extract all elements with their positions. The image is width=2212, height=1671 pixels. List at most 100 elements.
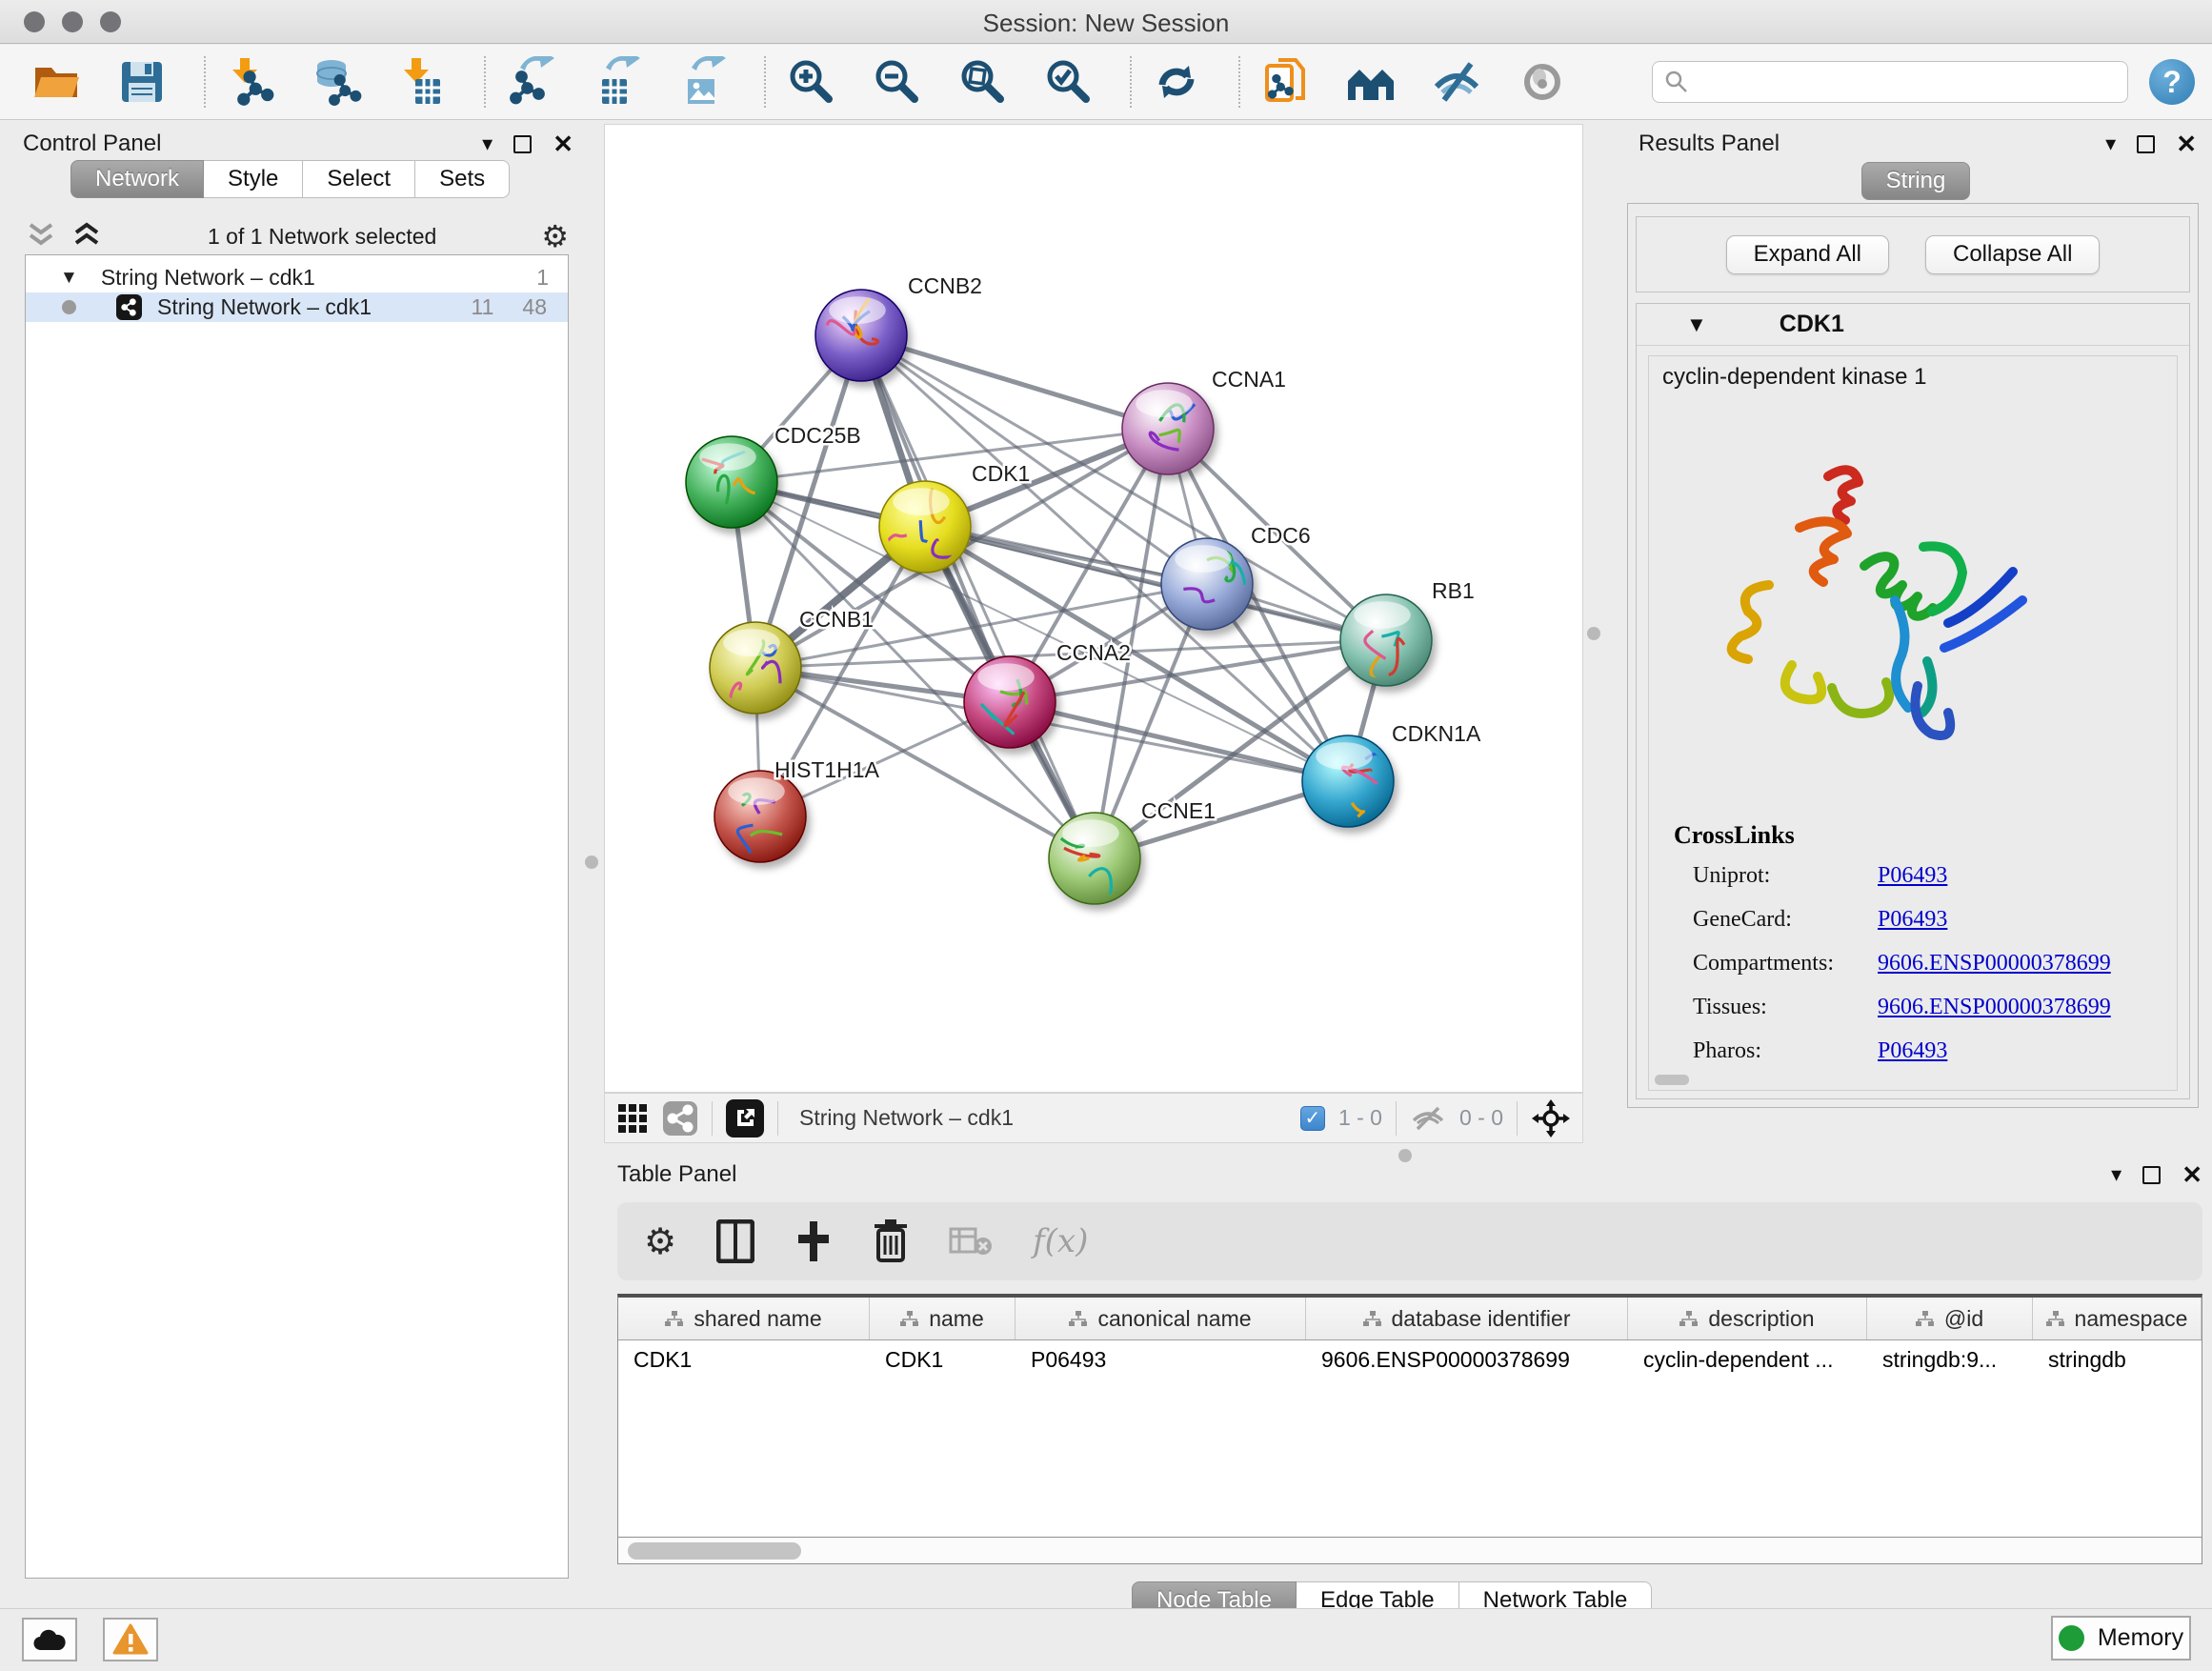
- toolbar-separator: [484, 56, 486, 108]
- open-in-browser-icon[interactable]: [726, 1099, 764, 1137]
- open-session-button[interactable]: [29, 54, 84, 110]
- edge-CCNA2-CDKN1A[interactable]: [1010, 702, 1348, 781]
- zoom-out-button[interactable]: [869, 54, 924, 110]
- collection-expander-icon[interactable]: ▼: [60, 268, 78, 289]
- tab-style[interactable]: Style: [204, 160, 303, 198]
- hidden-counts: 0 - 0: [1459, 1105, 1503, 1131]
- save-session-button[interactable]: [114, 54, 170, 110]
- network-share-icon[interactable]: [662, 1100, 698, 1137]
- apply-layout-button[interactable]: [1149, 54, 1204, 110]
- zoom-fit-button[interactable]: [955, 54, 1010, 110]
- crosslink-value-link[interactable]: P06493: [1878, 907, 1947, 933]
- node-CDK1[interactable]: CDK1: [876, 461, 1030, 573]
- column-header-@id[interactable]: @id: [1867, 1298, 2033, 1339]
- zoom-selected-button[interactable]: [1040, 54, 1096, 110]
- tab-select[interactable]: Select: [303, 160, 415, 198]
- pan-crosshair-icon[interactable]: [1531, 1098, 1571, 1138]
- results-panel-menu-icon[interactable]: ▾: [2105, 133, 2116, 154]
- column-header-database-identifier[interactable]: database identifier: [1306, 1298, 1628, 1339]
- tab-string[interactable]: String: [1861, 162, 1971, 200]
- hide-graphics-details-button[interactable]: [1429, 54, 1484, 110]
- search-input[interactable]: [1689, 70, 2116, 94]
- control-panel-float-icon[interactable]: [513, 135, 532, 153]
- network-selection-summary: 1 of 1 Network selected: [103, 224, 541, 250]
- export-network-button[interactable]: [503, 54, 558, 110]
- column-header-shared-name[interactable]: shared name: [618, 1298, 870, 1339]
- column-header-namespace[interactable]: namespace: [2033, 1298, 2202, 1339]
- network-view-canvas[interactable]: CCNB2 CCNA1 CDC25B CDK1 CDC6 RB1 CCNB1 C…: [604, 124, 1583, 1093]
- export-table-button[interactable]: [589, 54, 644, 110]
- results-buttons-box: Expand All Collapse All: [1636, 216, 2190, 292]
- selected-checkbox-icon[interactable]: ✓: [1300, 1106, 1325, 1131]
- collection-label: String Network – cdk1: [101, 265, 315, 291]
- show-graphics-details-button[interactable]: [1515, 54, 1570, 110]
- results-panel-float-icon[interactable]: [2137, 135, 2155, 153]
- toolbar-separator: [1238, 56, 1240, 108]
- show-columns-icon[interactable]: [716, 1219, 754, 1263]
- memory-button[interactable]: Memory: [2051, 1616, 2191, 1661]
- left-splitter-handle[interactable]: [585, 856, 598, 869]
- collapse-all-icon[interactable]: [25, 222, 57, 251]
- results-mini-scrollbar[interactable]: [1655, 1075, 1689, 1085]
- node-CDC25B[interactable]: CDC25B: [686, 423, 861, 528]
- expand-all-icon[interactable]: [70, 222, 103, 251]
- warnings-button[interactable]: [103, 1618, 158, 1661]
- table-row[interactable]: CDK1CDK1P064939606.ENSP00000378699cyclin…: [618, 1340, 2202, 1380]
- column-header-description[interactable]: description: [1628, 1298, 1867, 1339]
- network-view-toolbar: String Network – cdk1 ✓ 1 - 0 0 - 0: [604, 1093, 1583, 1143]
- hidden-elements-icon: [1410, 1105, 1446, 1132]
- network-row-selected[interactable]: String Network – cdk1 11 48: [26, 292, 568, 322]
- tab-network[interactable]: Network: [70, 160, 204, 198]
- node-table: shared name name canonical name database…: [617, 1294, 2202, 1538]
- search-box[interactable]: [1652, 61, 2128, 103]
- network-from-clipboard-button[interactable]: [1257, 54, 1313, 110]
- results-panel-close-icon[interactable]: ✕: [2176, 131, 2197, 156]
- node-HIST1H1A[interactable]: HIST1H1A: [714, 757, 880, 862]
- tab-sets[interactable]: Sets: [415, 160, 510, 198]
- zoom-in-button[interactable]: [783, 54, 838, 110]
- search-icon: [1664, 70, 1689, 94]
- edge-CCNB2-CCNA1[interactable]: [861, 335, 1168, 429]
- gene-card-header[interactable]: ▼ CDK1: [1637, 304, 2189, 346]
- column-header-canonical-name[interactable]: canonical name: [1016, 1298, 1306, 1339]
- crosslink-value-link[interactable]: 9606.ENSP00000378699: [1878, 995, 2111, 1020]
- string-network-graph[interactable]: CCNB2 CCNA1 CDC25B CDK1 CDC6 RB1 CCNB1 C…: [605, 125, 1584, 1094]
- node-label-CCNE1: CCNE1: [1141, 798, 1216, 823]
- help-button[interactable]: ?: [2149, 59, 2195, 105]
- expand-all-button[interactable]: Expand All: [1726, 235, 1889, 274]
- node-CDKN1A[interactable]: CDKN1A: [1302, 721, 1481, 827]
- node-CCNA1[interactable]: CCNA1: [1122, 367, 1286, 474]
- control-panel-close-icon[interactable]: ✕: [553, 131, 573, 156]
- table-cell: stringdb: [2033, 1340, 2202, 1380]
- crosslink-value-link[interactable]: P06493: [1878, 863, 1947, 889]
- network-collection-row[interactable]: ▼ String Network – cdk1 1: [26, 263, 568, 292]
- memory-status-dot: [2059, 1625, 2084, 1651]
- gene-expander-icon[interactable]: ▼: [1686, 312, 1707, 337]
- import-network-database-button[interactable]: [309, 54, 364, 110]
- import-network-file-button[interactable]: [223, 54, 278, 110]
- crosslink-value-link[interactable]: P06493: [1878, 1038, 1947, 1064]
- data-sources-button[interactable]: [1343, 54, 1398, 110]
- cloud-status-button[interactable]: [22, 1618, 77, 1661]
- crosslink-value-link[interactable]: 9606.ENSP00000378699: [1878, 951, 2111, 976]
- table-options-gear-icon[interactable]: ⚙: [644, 1223, 676, 1259]
- column-header-name[interactable]: name: [870, 1298, 1016, 1339]
- import-table-button[interactable]: [394, 54, 450, 110]
- network-options-gear-icon[interactable]: ⚙: [541, 221, 569, 252]
- delete-column-icon[interactable]: [873, 1218, 909, 1264]
- create-column-icon[interactable]: [794, 1219, 833, 1263]
- birds-eye-view-icon[interactable]: [616, 1102, 649, 1135]
- collapse-all-button[interactable]: Collapse All: [1925, 235, 2100, 274]
- table-panel-menu-icon[interactable]: ▾: [2111, 1164, 2122, 1185]
- export-image-button[interactable]: [674, 54, 730, 110]
- protein-structure-image: [1678, 459, 2043, 774]
- table-panel-close-icon[interactable]: ✕: [2182, 1162, 2202, 1187]
- right-splitter-handle[interactable]: [1587, 627, 1600, 640]
- table-horizontal-scrollbar[interactable]: [617, 1538, 2202, 1564]
- table-panel-float-icon[interactable]: [2142, 1166, 2161, 1184]
- table-scrollbar-thumb[interactable]: [628, 1542, 801, 1560]
- control-panel-menu-icon[interactable]: ▾: [482, 133, 493, 154]
- node-RB1[interactable]: RB1: [1340, 578, 1475, 686]
- delete-table-icon[interactable]: [949, 1225, 993, 1258]
- edge-CCNB2-CCNE1[interactable]: [861, 335, 1095, 858]
